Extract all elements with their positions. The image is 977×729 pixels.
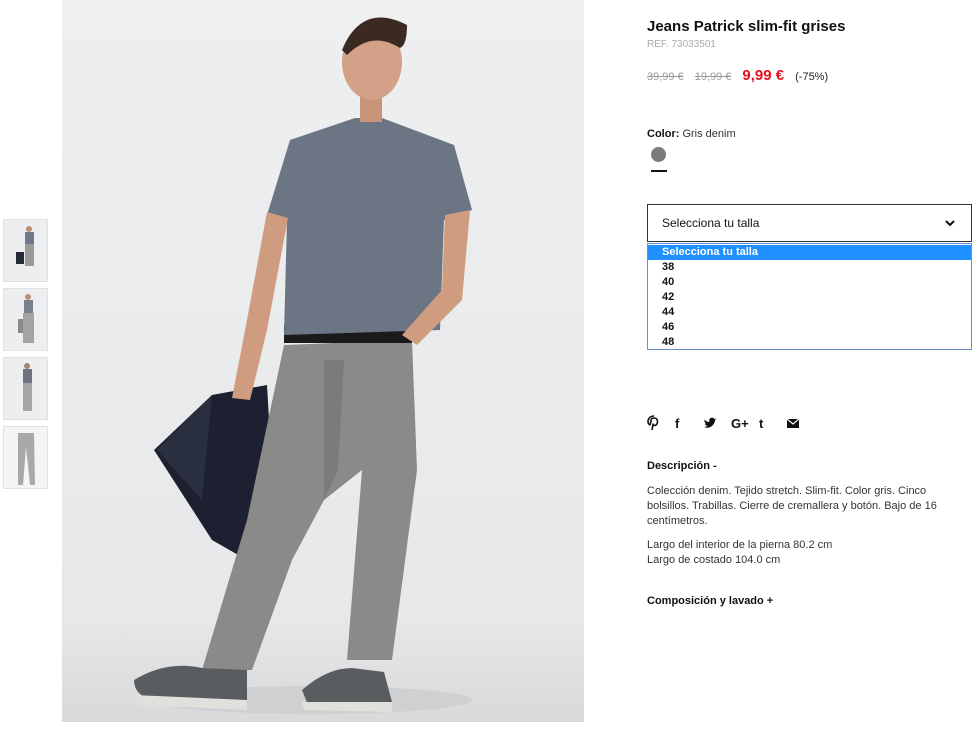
chevron-down-icon	[945, 220, 955, 227]
thumbnail-3[interactable]	[3, 357, 48, 420]
twitter-icon[interactable]	[703, 414, 731, 432]
price-block: 39,99 € 19,99 € 9,99 € (-75%)	[647, 67, 828, 84]
size-select[interactable]: Selecciona tu talla	[647, 204, 972, 242]
color-label: Color: Gris denim	[647, 128, 736, 140]
product-reference: REF. 73033501	[647, 39, 716, 50]
original-price: 39,99 €	[647, 71, 684, 83]
size-dropdown-list: Selecciona tu talla 38 40 42 44 46 48	[647, 243, 972, 350]
thumbnail-1[interactable]	[3, 219, 48, 282]
color-swatch-gris-denim[interactable]	[651, 147, 666, 162]
size-option-40[interactable]: 40	[648, 275, 971, 290]
product-title: Jeans Patrick slim-fit grises	[647, 18, 846, 35]
size-option-46[interactable]: 46	[648, 320, 971, 335]
facebook-icon[interactable]: f	[675, 414, 703, 432]
outseam-measure: Largo de costado 104.0 cm	[647, 554, 781, 566]
size-option-42[interactable]: 42	[648, 290, 971, 305]
size-option-44[interactable]: 44	[648, 305, 971, 320]
thumbnail-2-image	[18, 294, 34, 343]
size-option-placeholder[interactable]: Selecciona tu talla	[648, 245, 971, 260]
thumbnail-4[interactable]	[3, 426, 48, 489]
color-label-key: Color:	[647, 128, 680, 140]
thumbnail-gallery	[3, 219, 49, 495]
model-photo	[134, 17, 472, 714]
color-value: Gris denim	[682, 128, 736, 140]
previous-price: 19,99 €	[694, 71, 732, 83]
composition-toggle[interactable]: Composición y lavado +	[647, 595, 773, 607]
discount-badge: (-75%)	[795, 71, 829, 83]
description-text: Colección denim. Tejido stretch. Slim-fi…	[647, 485, 937, 527]
size-option-48[interactable]: 48	[648, 335, 971, 350]
size-option-38[interactable]: 38	[648, 260, 971, 275]
size-select-label: Selecciona tu talla	[662, 216, 760, 230]
thumbnail-1-image	[16, 226, 34, 266]
social-share-bar: f G+ t	[647, 414, 815, 432]
inseam-measure: Largo del interior de la pierna 80.2 cm	[647, 539, 833, 551]
pinterest-icon[interactable]	[647, 414, 675, 432]
thumbnail-4-image	[18, 433, 35, 485]
description-toggle[interactable]: Descripción -	[647, 460, 717, 472]
google-plus-icon[interactable]: G+	[731, 414, 759, 432]
measurements: Largo del interior de la pierna 80.2 cm …	[647, 538, 832, 568]
current-price: 9,99 €	[742, 67, 785, 84]
thumbnail-3-image	[23, 363, 32, 411]
main-product-image[interactable]	[62, 0, 584, 722]
swatch-selected-indicator	[651, 170, 667, 172]
tumblr-icon[interactable]: t	[759, 414, 787, 432]
email-icon[interactable]	[787, 414, 815, 432]
thumbnail-2[interactable]	[3, 288, 48, 351]
